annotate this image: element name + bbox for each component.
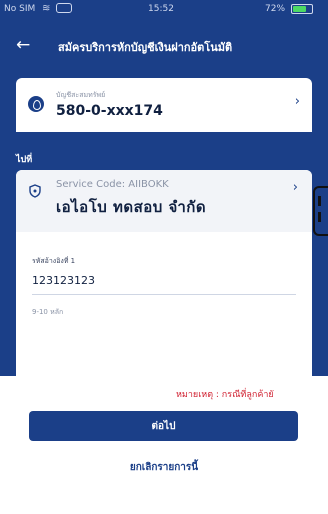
- savings-icon: [28, 96, 44, 112]
- chevron-right-icon: ›: [292, 180, 298, 195]
- wifi-icon: ≋: [42, 3, 51, 14]
- sim-icon: [56, 3, 72, 13]
- account-type-label: บัญชีสะสมทรัพย์: [56, 91, 106, 99]
- account-card[interactable]: บัญชีสะสมทรัพย์ 580-0-xxx174 ›: [16, 78, 312, 132]
- carrier-label: No SIM: [4, 4, 36, 14]
- battery-fill: [293, 6, 306, 12]
- next-button[interactable]: ต่อไป: [29, 411, 298, 441]
- to-section-label: ไปที่: [16, 155, 33, 165]
- status-time: 15:52: [148, 4, 174, 14]
- status-bar: No SIM ≋ 15:52 72%: [0, 0, 328, 20]
- battery-percent: 72%: [265, 4, 286, 14]
- cancel-link[interactable]: ยกเลิกรายการนี้: [0, 460, 328, 475]
- bracket-annotation: [313, 186, 328, 236]
- page-title: สมัครบริการหักบัญชีเงินฝากอัตโนมัติ: [58, 41, 233, 54]
- chevron-right-icon: ›: [294, 94, 300, 109]
- battery-icon: [291, 4, 313, 14]
- shield-icon: [29, 184, 41, 198]
- service-card: Service Code: AIIBOKK เอไอโบ ทดสอบ จำกัด…: [16, 170, 312, 398]
- bracket-mark: [318, 196, 321, 206]
- service-code: Service Code: AIIBOKK: [56, 179, 169, 190]
- back-arrow-icon[interactable]: ←: [16, 34, 30, 56]
- company-name: เอไอโบ ทดสอบ จำกัด: [56, 198, 207, 216]
- reference-input[interactable]: 123123123: [32, 274, 95, 287]
- reference-label: รหัสอ้างอิงที่ 1: [32, 257, 76, 265]
- service-selector[interactable]: Service Code: AIIBOKK เอไอโบ ทดสอบ จำกัด…: [16, 170, 312, 232]
- note-text: หมายเหตุ : กรณีที่ลูกค้ายั: [176, 390, 274, 400]
- bracket-mark: [318, 212, 321, 222]
- reference-underline: [32, 294, 296, 295]
- account-number: 580-0-xxx174: [56, 103, 163, 119]
- reference-hint: 9-10 หลัก: [32, 308, 64, 316]
- app-header: ← สมัครบริการหักบัญชีเงินฝากอัตโนมัติ: [0, 34, 328, 60]
